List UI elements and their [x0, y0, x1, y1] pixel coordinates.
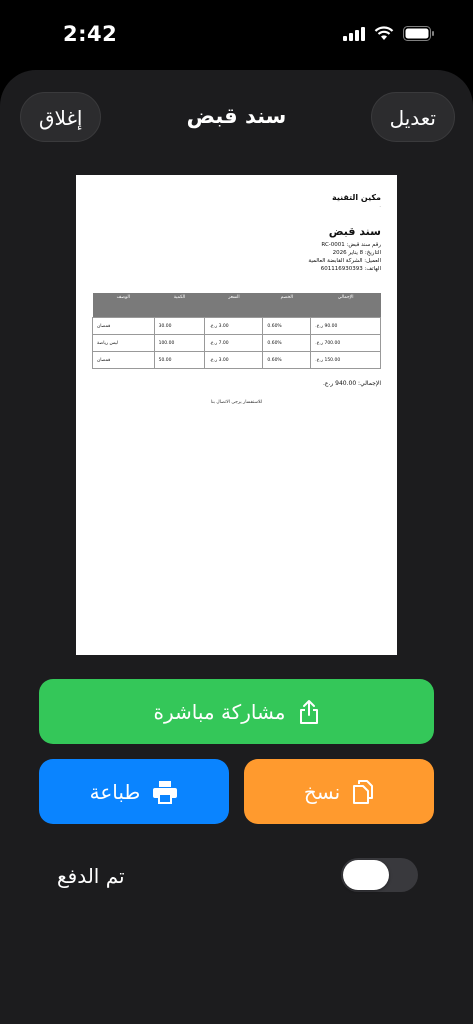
print-button[interactable]: طباعة [39, 759, 229, 824]
table-cell: 30.00 [153, 317, 206, 335]
column-header: الوصف [92, 293, 155, 318]
column-header: الكمية [154, 293, 205, 318]
table-cell: 90.00 ر.ع. [310, 317, 381, 335]
paid-toggle-knob [343, 860, 389, 890]
table-cell: 150.00 ر.ع. [310, 351, 381, 369]
table-cell: 3.00 ر.ع. [204, 351, 264, 369]
table-cell: ليس رياضة [92, 334, 155, 352]
receipt-number: رقم سند قبض: RC-0001 [321, 242, 381, 248]
table-cell: 7.00 ر.ع. [204, 334, 264, 352]
receipt-meta: رقم سند قبض: RC-0001 التاريخ: 8 يناير 20… [308, 241, 381, 273]
table-cell: قمصان [92, 317, 155, 335]
print-button-label: طباعة [89, 779, 141, 804]
copy-button-label: نسخ [303, 779, 341, 804]
share-button-label: مشاركة مباشرة [153, 699, 286, 724]
wifi-icon [374, 26, 394, 40]
company-name: مكين التقنية [331, 193, 381, 202]
signal-icon [343, 26, 365, 41]
table-cell: 700.00 ر.ع. [310, 334, 381, 352]
receipt-date: التاريخ: 8 يناير 2026 [332, 250, 381, 256]
table-cell: 0.60% [262, 351, 312, 369]
status-time: 2:42 [63, 22, 118, 46]
table-row: 700.00 ر.ع. 0.60% 7.00 ر.ع. 100.00 ليس ر… [92, 334, 381, 352]
table-cell: قمصان [92, 351, 155, 369]
receipt-footer: للاستفسار يرجى الاتصال بنا [210, 400, 263, 405]
table-header-row: الإجمالي الخصم السعر الكمية الوصف [92, 293, 381, 318]
column-header: السعر [204, 293, 263, 318]
printer-icon [153, 780, 178, 804]
column-header: الخصم [262, 293, 311, 318]
table-cell: 100.00 [153, 334, 206, 352]
copy-icon [353, 779, 374, 804]
column-header: الإجمالي [310, 293, 381, 318]
table-cell: 3.00 ر.ع. [204, 317, 264, 335]
battery-icon [403, 26, 434, 41]
paid-toggle[interactable] [341, 858, 418, 892]
share-icon [299, 699, 318, 724]
receipt-document-preview: مكين التقنية - سند قبض رقم سند قبض: RC-0… [76, 175, 397, 655]
items-table: الإجمالي الخصم السعر الكمية الوصف 90.00 … [92, 293, 381, 369]
receipt-preview-sheet: إغلاق سند قبض تعديل مكين التقنية - سند ق… [0, 70, 473, 1024]
receipt-total: الإجمالي: 940.00 ر.ع. [322, 380, 381, 387]
paid-label: تم الدفع [57, 864, 125, 888]
table-row: 150.00 ر.ع. 0.60% 3.00 ر.ع. 50.00 قمصان [92, 351, 381, 369]
receipt-title: سند قبض [328, 225, 381, 238]
receipt-phone: الهاتف: 601116930393 [320, 266, 381, 272]
table-row: 90.00 ر.ع. 0.60% 3.00 ر.ع. 30.00 قمصان [92, 317, 381, 335]
status-icons [343, 26, 435, 41]
company-sub: - [379, 204, 381, 209]
status-bar: 2:42 [0, 0, 473, 70]
table-cell: 0.60% [262, 334, 312, 352]
share-button[interactable]: مشاركة مباشرة [39, 679, 434, 744]
copy-button[interactable]: نسخ [244, 759, 434, 824]
receipt-customer: العميل: الشركة القابضة العالمية [308, 258, 381, 264]
table-cell: 50.00 [153, 351, 206, 369]
edit-button[interactable]: تعديل [370, 92, 455, 142]
table-cell: 0.60% [262, 317, 312, 335]
